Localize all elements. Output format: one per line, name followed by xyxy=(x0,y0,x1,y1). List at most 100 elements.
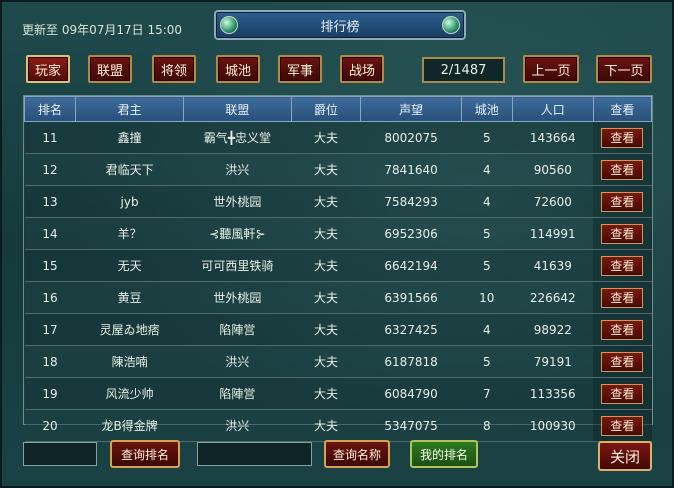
name-input[interactable] xyxy=(197,442,312,466)
view-button[interactable]: 查看 xyxy=(601,319,644,340)
cell-prestige: 6084790 xyxy=(360,377,462,410)
cell-population: 90560 xyxy=(512,153,594,186)
cell-prestige: 6952306 xyxy=(360,217,462,250)
cell-alliance: 世外桃园 xyxy=(183,185,292,218)
cell-view: 查看 xyxy=(593,121,652,154)
cell-rank: 12 xyxy=(24,153,76,186)
cell-prestige: 8002075 xyxy=(360,121,462,154)
cell-prestige: 6187818 xyxy=(360,345,462,378)
cell-lord: 风流少帅 xyxy=(75,377,184,410)
cell-view: 查看 xyxy=(593,409,652,442)
cell-rank: 14 xyxy=(24,217,76,250)
cell-population: 114991 xyxy=(512,217,594,250)
cell-view: 查看 xyxy=(593,217,652,250)
cell-rank: 16 xyxy=(24,281,76,314)
cell-title: 大夫 xyxy=(291,377,361,410)
table-row: 20 龙B得金牌 洪兴 大夫 5347075 8 100930 查看 xyxy=(24,409,652,442)
cell-cities: 5 xyxy=(461,121,513,154)
view-button[interactable]: 查看 xyxy=(601,255,644,276)
view-button[interactable]: 查看 xyxy=(601,351,644,372)
view-button[interactable]: 查看 xyxy=(601,127,644,148)
tab-alliances[interactable]: 联盟 xyxy=(88,55,132,83)
cell-alliance: 洪兴 xyxy=(183,409,292,442)
close-button[interactable]: 关闭 xyxy=(598,441,652,471)
title-bar: 排行榜 xyxy=(214,10,466,40)
cell-cities: 4 xyxy=(461,153,513,186)
cell-population: 100930 xyxy=(512,409,594,442)
cell-view: 查看 xyxy=(593,281,652,314)
query-rank-button[interactable]: 查询排名 xyxy=(110,440,180,468)
table-row: 12 君临天下 洪兴 大夫 7841640 4 90560 查看 xyxy=(24,153,652,186)
cell-view: 查看 xyxy=(593,345,652,378)
tab-generals[interactable]: 将领 xyxy=(152,55,196,83)
page-indicator: 2/1487 xyxy=(422,57,505,83)
cell-alliance: 洪兴 xyxy=(183,153,292,186)
cell-prestige: 6327425 xyxy=(360,313,462,346)
my-rank-button[interactable]: 我的排名 xyxy=(410,440,478,468)
cell-cities: 10 xyxy=(461,281,513,314)
cell-view: 查看 xyxy=(593,377,652,410)
cell-population: 113356 xyxy=(512,377,594,410)
view-button[interactable]: 查看 xyxy=(601,415,644,436)
tab-military[interactable]: 军事 xyxy=(278,55,322,83)
tab-players[interactable]: 玩家 xyxy=(26,55,70,83)
cell-cities: 8 xyxy=(461,409,513,442)
column-header-title: 爵位 xyxy=(290,96,362,122)
window-title: 排行榜 xyxy=(320,19,360,35)
cell-population: 41639 xyxy=(512,249,594,282)
cell-rank: 15 xyxy=(24,249,76,282)
cell-cities: 5 xyxy=(461,217,513,250)
table-row: 19 风流少帅 陷陣営 大夫 6084790 7 113356 查看 xyxy=(24,377,652,410)
cell-rank: 18 xyxy=(24,345,76,378)
cell-alliance: 洪兴 xyxy=(183,345,292,378)
cell-cities: 5 xyxy=(461,345,513,378)
table-row: 14 羊？ ⊰聽風軒⊱ 大夫 6952306 5 114991 查看 xyxy=(24,217,652,250)
query-name-button[interactable]: 查询名称 xyxy=(324,440,390,468)
cell-prestige: 7841640 xyxy=(360,153,462,186)
tab-battlefield[interactable]: 战场 xyxy=(340,55,384,83)
cell-population: 72600 xyxy=(512,185,594,218)
table-row: 11 鑫撞 霸气╋忠义堂 大夫 8002075 5 143664 查看 xyxy=(24,121,652,154)
cell-cities: 5 xyxy=(461,249,513,282)
view-button[interactable]: 查看 xyxy=(601,287,644,308)
view-button[interactable]: 查看 xyxy=(601,383,644,404)
ranking-table: 排名 君主 联盟 爵位 声望 城池 人口 查看 11 鑫撞 霸气╋忠义堂 大夫 8002… xyxy=(23,95,653,442)
gem-icon xyxy=(220,16,238,34)
cell-lord: 陳浩喃 xyxy=(75,345,184,378)
view-button[interactable]: 查看 xyxy=(601,159,644,180)
rank-input[interactable] xyxy=(23,442,97,466)
cell-alliance: 陷陣営 xyxy=(183,377,292,410)
cell-population: 98922 xyxy=(512,313,594,346)
cell-prestige: 5347075 xyxy=(360,409,462,442)
tab-cities[interactable]: 城池 xyxy=(216,55,260,83)
table-row: 17 灵屋ゐ地痞 陷陣営 大夫 6327425 4 98922 查看 xyxy=(24,313,652,346)
table-header-row: 排名 君主 联盟 爵位 声望 城池 人口 查看 xyxy=(24,96,653,122)
cell-cities: 4 xyxy=(461,313,513,346)
column-header-rank: 排名 xyxy=(24,96,76,122)
table-row: 15 无天 可可西里铁骑 大夫 6642194 5 41639 查看 xyxy=(24,249,652,282)
cell-title: 大夫 xyxy=(291,281,361,314)
gem-icon xyxy=(442,16,460,34)
cell-title: 大夫 xyxy=(291,121,361,154)
cell-rank: 17 xyxy=(24,313,76,346)
cell-prestige: 6391566 xyxy=(360,281,462,314)
cell-lord: 鑫撞 xyxy=(75,121,184,154)
view-button[interactable]: 查看 xyxy=(601,191,644,212)
cell-lord: 羊？ xyxy=(75,217,184,250)
cell-population: 143664 xyxy=(512,121,594,154)
cell-lord: 君临天下 xyxy=(75,153,184,186)
cell-view: 查看 xyxy=(593,249,652,282)
cell-prestige: 7584293 xyxy=(360,185,462,218)
column-header-cities: 城池 xyxy=(460,96,513,122)
column-header-population: 人口 xyxy=(511,96,594,122)
prev-page-button[interactable]: 上一页 xyxy=(523,55,579,83)
cell-rank: 19 xyxy=(24,377,76,410)
cell-population: 226642 xyxy=(512,281,594,314)
cell-population: 79191 xyxy=(512,345,594,378)
view-button[interactable]: 查看 xyxy=(601,223,644,244)
column-header-view: 查看 xyxy=(592,96,653,122)
cell-alliance: ⊰聽風軒⊱ xyxy=(183,217,292,250)
cell-alliance: 可可西里铁骑 xyxy=(183,249,292,282)
table-row: 16 黄豆 世外桃园 大夫 6391566 10 226642 查看 xyxy=(24,281,652,314)
next-page-button[interactable]: 下一页 xyxy=(596,55,652,83)
